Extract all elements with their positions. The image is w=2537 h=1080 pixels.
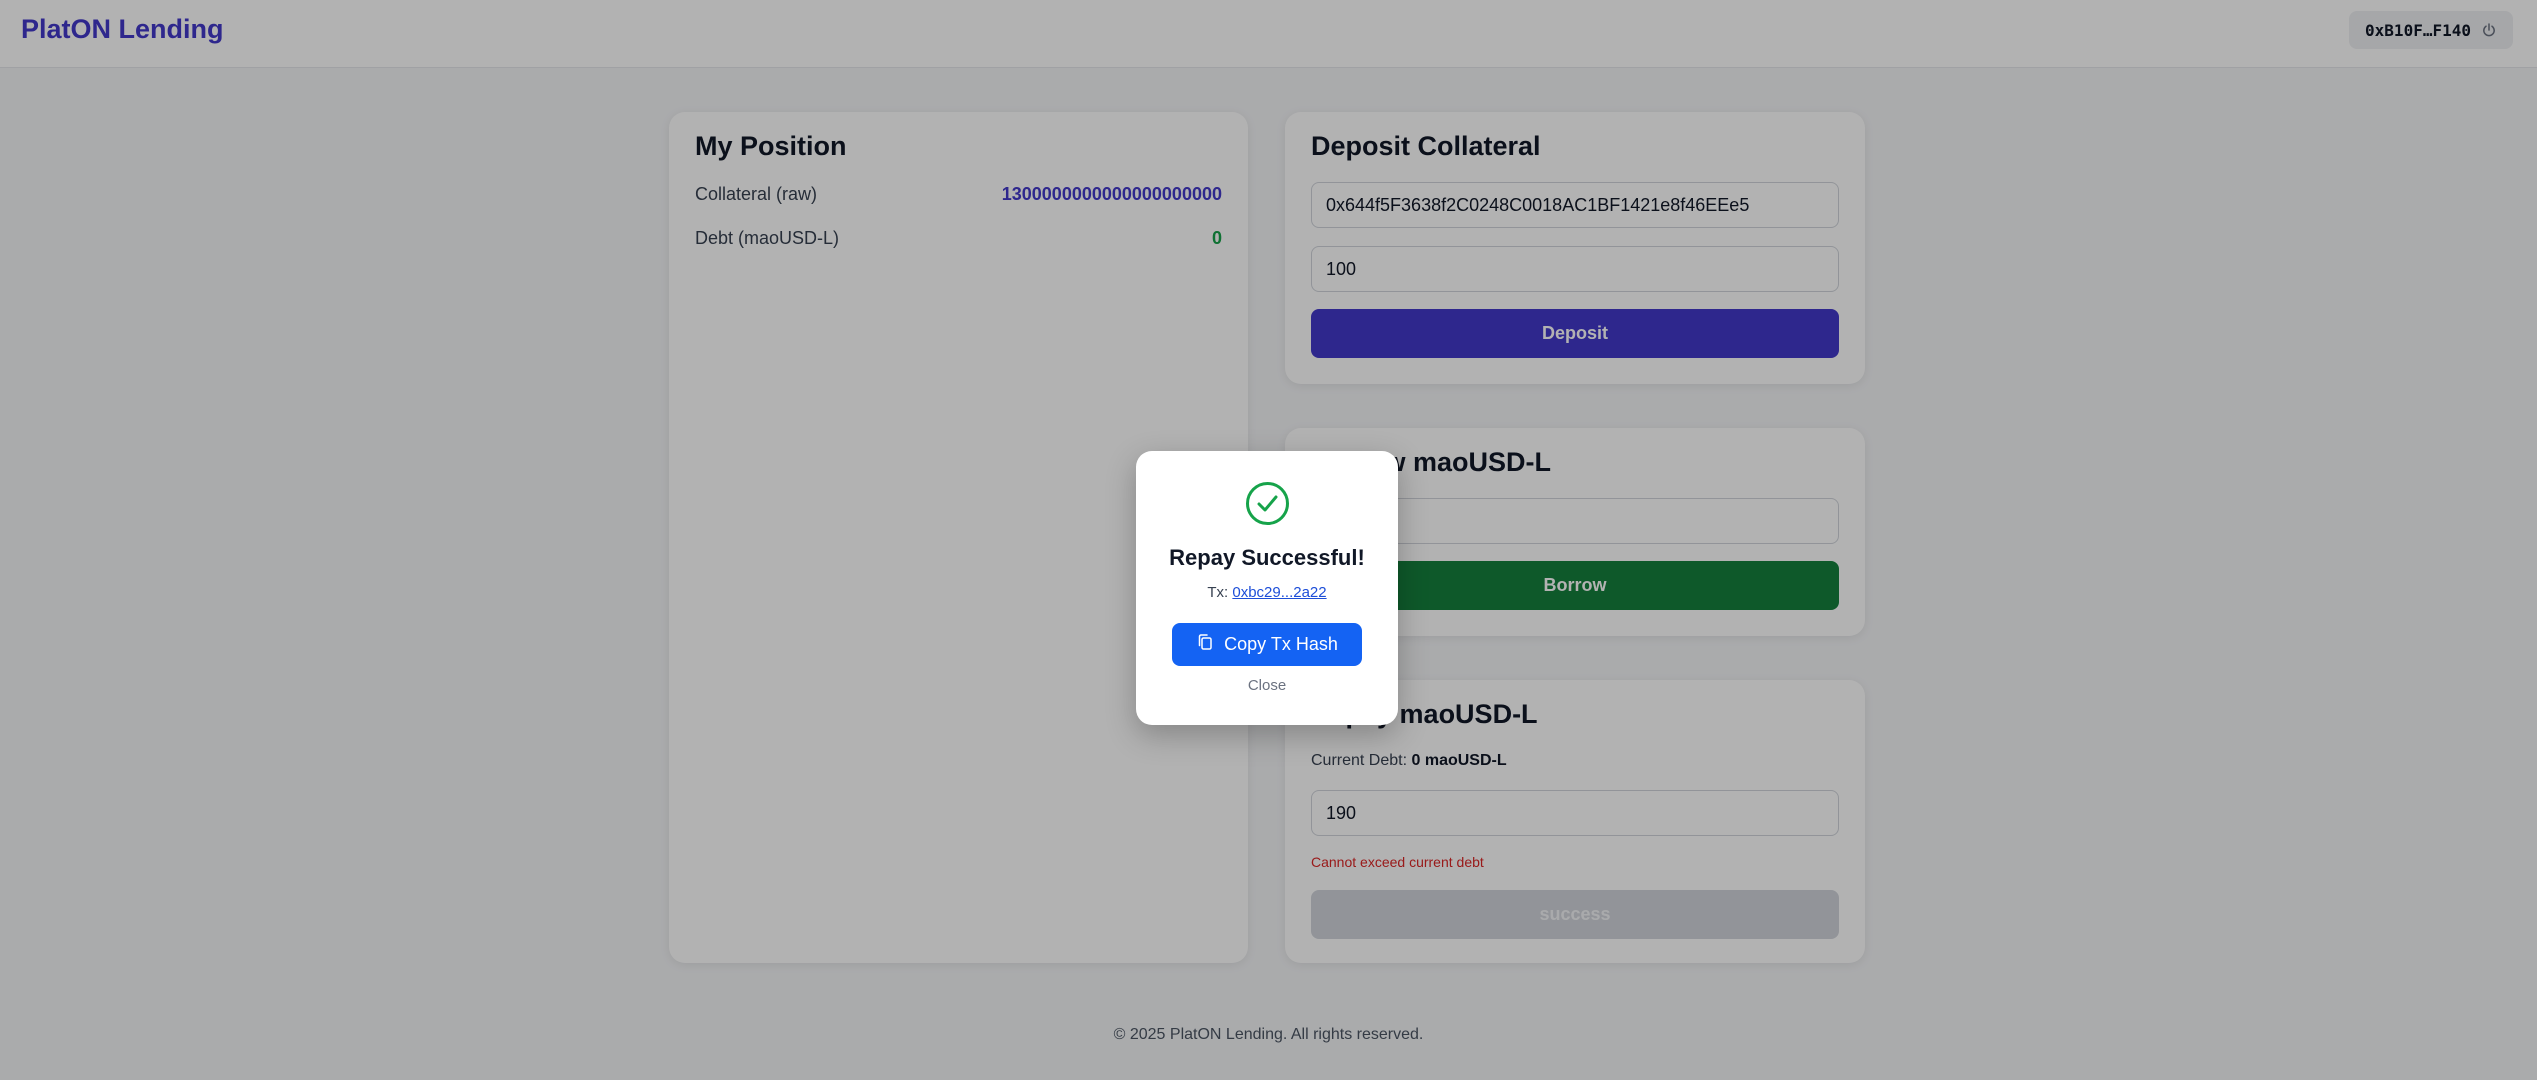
modal-title: Repay Successful! bbox=[1169, 545, 1365, 570]
tx-line: Tx: 0xbc29...2a22 bbox=[1136, 584, 1398, 601]
copy-button-label: Copy Tx Hash bbox=[1224, 634, 1338, 654]
tx-hash-link[interactable]: 0xbc29...2a22 bbox=[1232, 584, 1326, 601]
check-circle-icon bbox=[1245, 481, 1290, 526]
copy-tx-hash-button[interactable]: Copy Tx Hash bbox=[1172, 623, 1362, 666]
tx-label: Tx: bbox=[1207, 584, 1229, 601]
close-button[interactable]: Close bbox=[1136, 677, 1398, 694]
copy-icon bbox=[1196, 633, 1214, 656]
success-modal: Repay Successful! Tx: 0xbc29...2a22 Copy… bbox=[1136, 451, 1398, 725]
